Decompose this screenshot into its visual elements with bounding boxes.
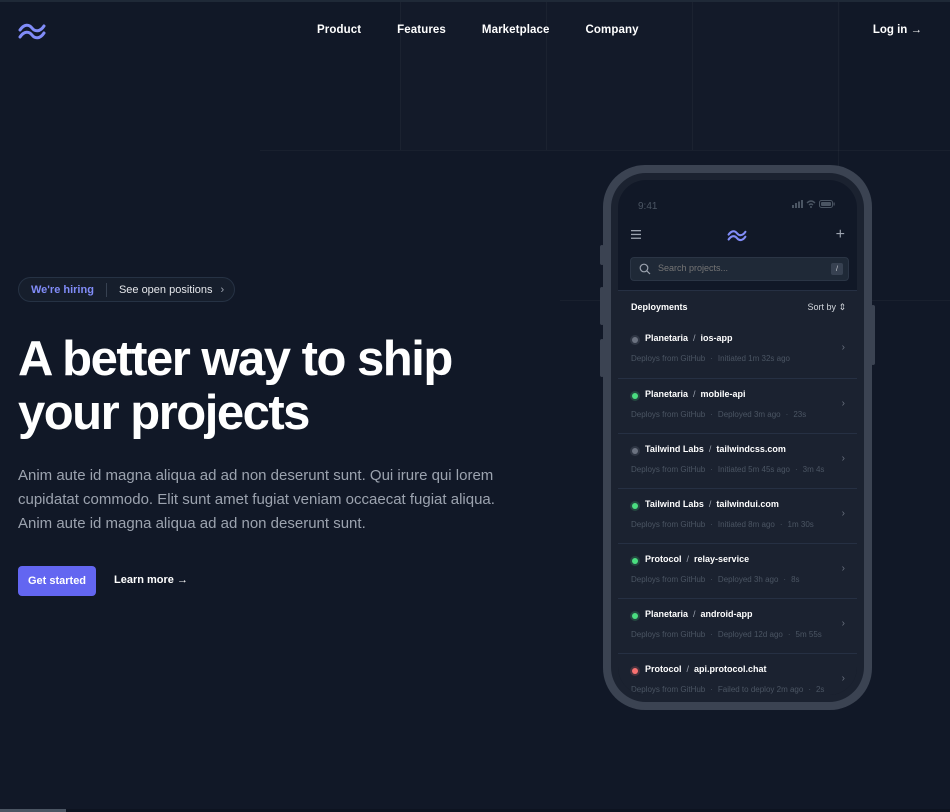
deployment-name: Tailwind Labs / tailwindcss.com (645, 444, 786, 454)
tailwind-logo-icon (727, 230, 747, 242)
hiring-label: We're hiring (31, 283, 94, 296)
status-time: 9:41 (638, 201, 658, 212)
deployment-row[interactable]: Tailwind Labs / tailwindcss.com Deploys fro… (618, 433, 857, 488)
deployment-row[interactable]: Tailwind Labs / tailwindui.com Deploys from… (618, 488, 857, 543)
chevron-right-icon: › (841, 563, 845, 574)
deployment-row[interactable]: Planetaria / android-app Deploys from GitHu… (618, 598, 857, 653)
hero-description: Anim aute id magna aliqua ad ad non dese… (18, 467, 495, 532)
phone-side-button (600, 287, 604, 325)
deployment-meta: Deploys from GitHub · Deployed 12d ago · 5m … (631, 630, 822, 639)
main-nav: Product Features Marketplace Company (317, 24, 639, 36)
get-started-button[interactable]: Get started (18, 566, 96, 596)
status-dot (632, 558, 638, 564)
deployment-meta: Deploys from GitHub · Initiated 8m ago · 1m … (631, 520, 814, 529)
nav-item-features[interactable]: Features (397, 24, 446, 36)
status-icons (792, 200, 835, 208)
deployment-meta: Deploys from GitHub · Deployed 3h ago · 8s (631, 575, 800, 584)
deployment-name: Planetaria / mobile-api (645, 389, 746, 399)
signal-icon (792, 200, 803, 208)
phone-power-button (871, 305, 875, 365)
shortcut-key: / (831, 263, 843, 275)
deployments-title: Deployments (631, 302, 688, 312)
deployment-name: Planetaria / android-app (645, 609, 753, 619)
wifi-icon (806, 200, 816, 208)
deployment-name: Protocol / api.protocol.chat (645, 664, 767, 674)
chevron-right-icon: › (841, 342, 845, 353)
site-header: Product Features Marketplace Company Log… (0, 0, 950, 64)
search-projects-field[interactable]: / (630, 257, 849, 281)
status-dot (632, 503, 638, 509)
battery-icon (819, 200, 835, 208)
status-dot (632, 337, 638, 343)
plus-icon[interactable]: + (836, 225, 845, 245)
chevron-right-icon: › (220, 283, 225, 296)
deployment-meta: Deploys from GitHub · Initiated 5m 45s ago… (631, 465, 825, 474)
chevron-right-icon: › (841, 453, 845, 464)
nav-item-product[interactable]: Product (317, 24, 361, 36)
nav-item-company[interactable]: Company (586, 24, 639, 36)
search-input[interactable] (658, 263, 818, 273)
deployments-header: Deployments Sort by ⇕ (618, 291, 857, 323)
deployment-row[interactable]: Protocol / relay-service Deploys from GitHu… (618, 543, 857, 598)
chevron-right-icon: › (841, 398, 845, 409)
login-link[interactable]: Log in → (873, 24, 922, 36)
status-dot (632, 668, 638, 674)
badge-divider (105, 282, 107, 297)
tailwind-logo-icon[interactable] (17, 22, 47, 42)
status-dot (632, 448, 638, 454)
deployment-meta: Deploys from GitHub · Failed to deploy 2m … (631, 685, 825, 694)
phone-side-button (600, 339, 604, 377)
learn-more-link[interactable]: Learn more → (114, 574, 188, 586)
menu-icon[interactable] (631, 230, 641, 239)
deployment-row[interactable]: Planetaria / mobile-api Deploys from GitHub… (618, 378, 857, 433)
hiring-badge[interactable]: We're hiring See open positions › (18, 277, 235, 302)
chevron-right-icon: › (841, 673, 845, 684)
status-dot (632, 393, 638, 399)
status-dot (632, 613, 638, 619)
deployment-row[interactable]: Protocol / api.protocol.chat Deploys from G… (618, 653, 857, 695)
phone-side-button (600, 245, 604, 265)
phone-mockup: 9:41 + Search projects... / Deployments … (600, 165, 875, 710)
deployment-name: Protocol / relay-service (645, 554, 750, 564)
deployments-panel: Deployments Sort by ⇕ Planetaria / ios-app… (618, 290, 857, 695)
deployment-name: Planetaria / ios-app (645, 333, 733, 343)
deployment-row[interactable]: Planetaria / ios-app Deploys from GitHub · In… (618, 323, 857, 378)
deployment-meta: Deploys from GitHub · Initiated 1m 32s ago (631, 354, 790, 363)
phone-screen: 9:41 + Search projects... / Deployments … (618, 180, 857, 695)
open-positions-link[interactable]: See open positions (119, 284, 213, 296)
sort-button[interactable]: Sort by ⇕ (807, 302, 846, 313)
chevron-right-icon: › (841, 508, 845, 519)
nav-item-marketplace[interactable]: Marketplace (482, 24, 550, 36)
chevron-right-icon: › (841, 618, 845, 629)
hero-title: A better way to ship your projects (18, 332, 453, 440)
deployment-name: Tailwind Labs / tailwindui.com (645, 499, 779, 509)
deployment-meta: Deploys from GitHub · Deployed 3m ago · 23s (631, 410, 807, 419)
search-icon (639, 263, 651, 275)
app-header: + (618, 220, 857, 250)
